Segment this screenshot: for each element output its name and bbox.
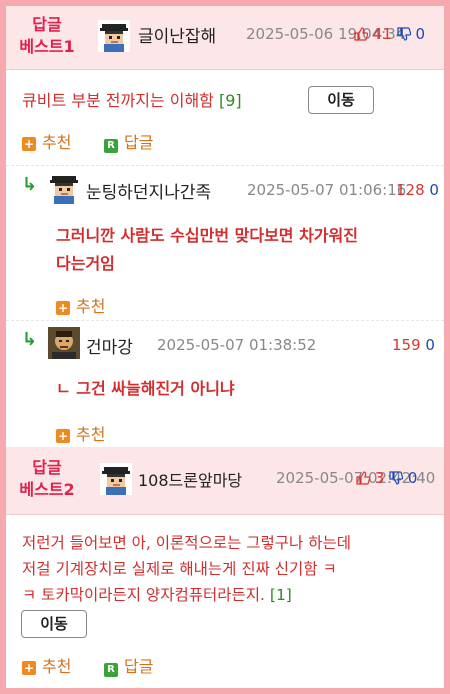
reply-badge-icon: R: [104, 139, 118, 153]
thumb-down-icon[interactable]: [397, 27, 411, 45]
reply-badge-icon: R: [104, 663, 118, 677]
comment-text-line-3: ㅋ 토카막이라든지 양자컴퓨터라든지. [1]: [22, 582, 351, 608]
reply-count[interactable]: [1]: [270, 586, 292, 604]
like-up-count: 159: [392, 336, 421, 354]
move-button[interactable]: 이동: [308, 86, 374, 114]
recommend-label: 추천: [42, 657, 72, 676]
reply-count[interactable]: [9]: [219, 91, 242, 110]
recommend-button[interactable]: + 추천: [22, 653, 71, 677]
comment-body: 큐비트 부분 전까지는 이해함 [9]: [22, 88, 242, 114]
list-item: ↳ 건마강 2025-05-07 01:38:52 159 0 ㄴ 그건 싸늘해…: [6, 320, 444, 446]
avatar[interactable]: [48, 172, 80, 204]
like-counter: 128 0: [396, 181, 439, 199]
move-button[interactable]: 이동: [21, 610, 87, 638]
plus-icon: +: [22, 137, 36, 151]
author-nick[interactable]: 글이난잡해: [138, 22, 216, 47]
reply-label: 답글: [124, 133, 154, 152]
author-nick[interactable]: 건마강: [86, 333, 133, 358]
comment-body: 저런거 들어보면 아, 이론적으로는 그렇구나 하는데 저걸 기계장치로 실제로…: [22, 530, 351, 608]
recommend-button[interactable]: + 추천: [56, 421, 105, 445]
avatar[interactable]: [48, 327, 80, 359]
comment-panel: 답글 베스트1 글이난잡해 2025-05-06 19:04:34 41 0 큐…: [6, 6, 444, 688]
comment-date: 2025-05-07 01:38:52: [157, 336, 317, 354]
comment-body: ㄴ 그건 싸늘해진거 아니냐: [56, 375, 235, 403]
comment-text-line: ㅋ 토카막이라든지 양자컴퓨터라든지.: [22, 586, 265, 604]
comment-body: 그러니깐 사람도 수십만번 맞다보면 차가워진 다는거임: [56, 222, 358, 278]
reply-label: 답글: [124, 657, 154, 676]
best-label-line1: 답글: [32, 15, 62, 34]
author-nick[interactable]: 108드론앞마당: [138, 467, 242, 491]
thumb-up-icon[interactable]: [356, 471, 371, 489]
author-nick[interactable]: 눈팅하던지나간족: [86, 178, 211, 203]
best-comment-2-header: 답글 베스트2 108드론앞마당 2025-05-07 02:42:40 3 0: [6, 447, 444, 515]
best-comment-1-header: 답글 베스트1 글이난잡해 2025-05-06 19:04:34 41 0: [6, 6, 444, 70]
recommend-label: 추천: [76, 425, 106, 444]
like-up-count: 3: [374, 469, 385, 487]
reply-button[interactable]: R 답글: [104, 653, 153, 677]
recommend-label: 추천: [42, 133, 72, 152]
recommend-label: 추천: [76, 297, 106, 316]
best-label-line1: 답글: [32, 458, 62, 477]
comment-text-line: 그러니깐 사람도 수십만번 맞다보면 차가워진: [56, 226, 358, 245]
best-label-line2: 베스트2: [19, 480, 75, 499]
comment-text-line: ㄴ 그건 싸늘해진거 아니냐: [56, 379, 235, 398]
plus-icon: +: [56, 429, 70, 443]
comment-text-line: 저걸 기계장치로 실제로 해내는게 진짜 신기함 ㅋ: [22, 560, 337, 578]
comment-text-line: 저런거 들어보면 아, 이론적으로는 그렇구나 하는데: [22, 534, 352, 552]
avatar[interactable]: [98, 20, 130, 52]
like-counter: 41 0: [354, 25, 425, 45]
reply-button[interactable]: R 답글: [104, 129, 153, 153]
best-label-line2: 베스트1: [19, 37, 75, 56]
reply-arrow-icon: ↳: [22, 174, 38, 195]
thumb-down-icon[interactable]: [389, 471, 404, 489]
like-down-count: 0: [407, 469, 418, 487]
like-up-count: 128: [396, 181, 425, 199]
best-label-1: 답글 베스트1: [14, 14, 80, 58]
list-item: ↳ 눈팅하던지나간족 2025-05-07 01:06:16 128 0 그러니…: [6, 165, 444, 319]
reply-arrow-icon: ↳: [22, 329, 38, 350]
comment-text: 큐비트 부분 전까지는 이해함: [22, 91, 214, 110]
plus-icon: +: [22, 661, 36, 675]
like-counter: 3 0: [356, 469, 417, 489]
like-up-count: 41: [372, 25, 392, 43]
best-label-2: 답글 베스트2: [14, 457, 80, 501]
comment-text-line: 다는거임: [56, 254, 115, 273]
plus-icon: +: [56, 301, 70, 315]
thumb-up-icon[interactable]: [354, 27, 369, 45]
recommend-button[interactable]: + 추천: [56, 293, 105, 317]
like-counter: 159 0: [392, 336, 435, 354]
like-down-count: 0: [425, 336, 435, 354]
comment-date: 2025-05-07 01:06:16: [247, 181, 407, 199]
recommend-button[interactable]: + 추천: [22, 129, 71, 153]
avatar[interactable]: [100, 463, 132, 495]
like-down-count: 0: [415, 25, 425, 43]
like-down-count: 0: [429, 181, 439, 199]
